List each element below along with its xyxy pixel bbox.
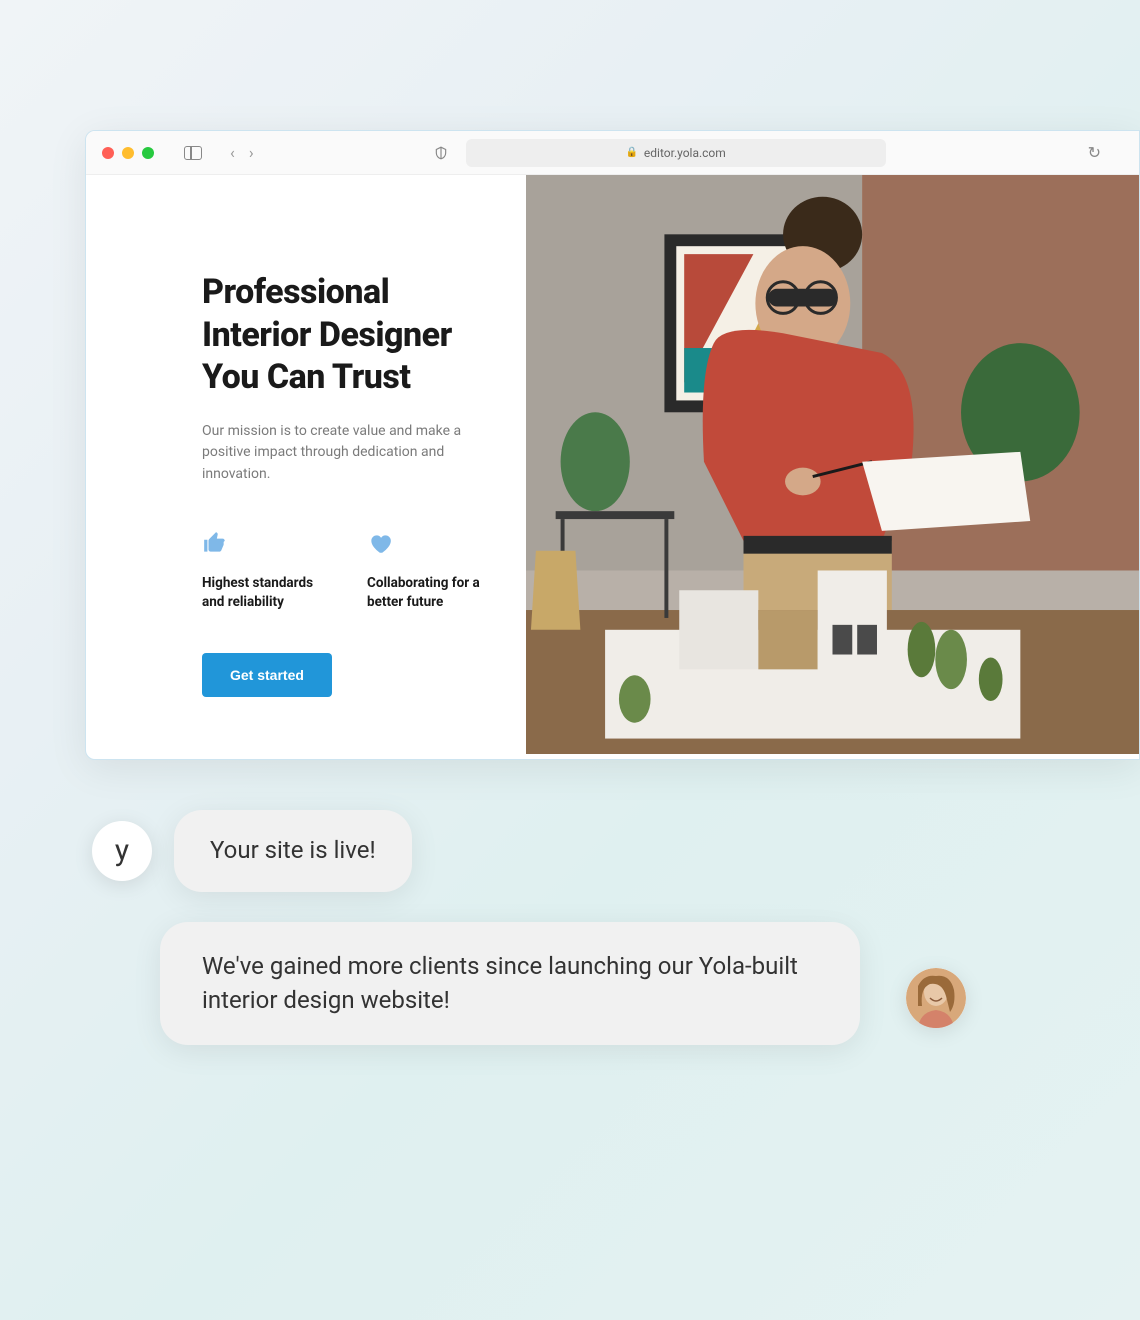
hero-image — [526, 175, 1139, 759]
feature-text: Collaborating for a better future — [367, 574, 488, 613]
traffic-lights — [102, 147, 154, 159]
features-row: Highest standards and reliability Collab… — [202, 530, 488, 613]
chat-bubble: Your site is live! — [174, 810, 412, 892]
hero-left: Professional Interior Designer You Can T… — [86, 175, 526, 759]
user-avatar — [906, 968, 966, 1028]
chat-row: y Your site is live! — [92, 810, 412, 892]
feature-item: Highest standards and reliability — [202, 530, 323, 613]
yola-logo-avatar: y — [92, 821, 152, 881]
thumbs-up-icon — [202, 530, 228, 556]
feature-item: Collaborating for a better future — [367, 530, 488, 613]
user-photo-icon — [906, 968, 966, 1028]
nav-arrows: ‹ › — [230, 143, 254, 162]
feature-text: Highest standards and reliability — [202, 574, 323, 613]
designer-photo — [526, 175, 1139, 754]
close-icon[interactable] — [102, 147, 114, 159]
browser-toolbar: ‹ › 🔒 editor.yola.com ↻ — [86, 131, 1139, 175]
address-bar[interactable]: 🔒 editor.yola.com — [466, 139, 886, 167]
lock-icon: 🔒 — [625, 147, 637, 158]
url-text: editor.yola.com — [644, 146, 726, 160]
hero-title: Professional Interior Designer You Can T… — [202, 271, 488, 399]
maximize-icon[interactable] — [142, 147, 154, 159]
hero-subtitle: Our mission is to create value and make … — [202, 421, 462, 486]
browser-window: ‹ › 🔒 editor.yola.com ↻ Professional Int… — [85, 130, 1140, 760]
privacy-shield-icon[interactable] — [434, 145, 448, 161]
chat-message-text: We've gained more clients since launchin… — [202, 952, 798, 1014]
refresh-icon[interactable]: ↻ — [1088, 143, 1101, 162]
back-icon[interactable]: ‹ — [230, 143, 235, 162]
forward-icon[interactable]: › — [249, 143, 254, 162]
get-started-button[interactable]: Get started — [202, 653, 332, 697]
minimize-icon[interactable] — [122, 147, 134, 159]
sidebar-toggle-icon[interactable] — [184, 146, 202, 160]
heart-icon — [367, 530, 393, 556]
chat-row: We've gained more clients since launchin… — [160, 922, 860, 1045]
chat-bubble: We've gained more clients since launchin… — [160, 922, 860, 1045]
chat-message-text: Your site is live! — [210, 836, 376, 864]
page-content: Professional Interior Designer You Can T… — [86, 175, 1139, 759]
avatar-letter: y — [115, 833, 129, 868]
